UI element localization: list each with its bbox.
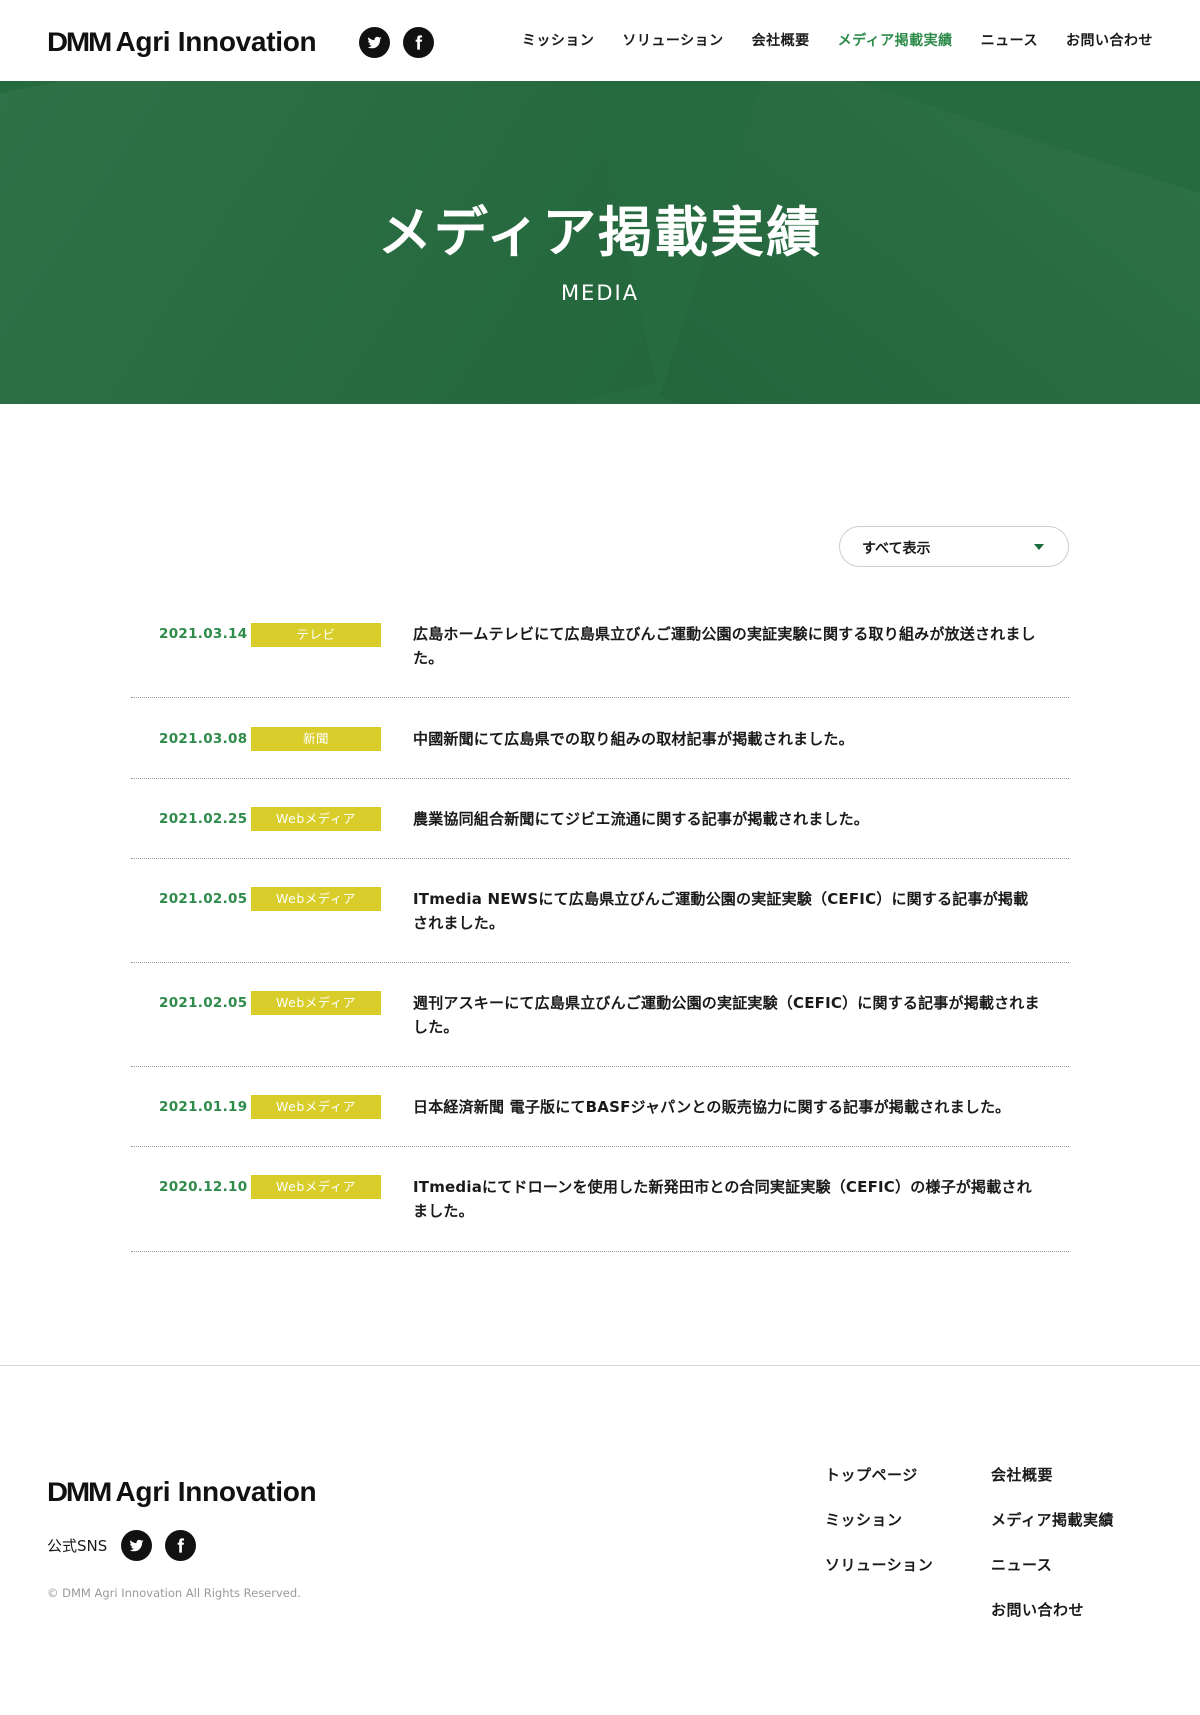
sns-label: 公式SNS — [47, 1537, 108, 1555]
list-item[interactable]: 2021.03.14 テレビ 広島ホームテレビにて広島県立びんご運動公園の実証実… — [131, 592, 1069, 698]
article-date: 2021.03.14 — [159, 626, 248, 642]
footer-logo[interactable]: DMM Agri Innovation — [47, 1476, 317, 1508]
twitter-icon[interactable] — [121, 1530, 152, 1561]
site-header: DMM Agri Innovation ミッション ソリューション 会社概要 メ… — [0, 0, 1200, 81]
article-title-link[interactable]: 農業協同組合新聞にてジビエ流通に関する記事が掲載されました。 — [413, 807, 1043, 831]
article-title-link[interactable]: ITmediaにてドローンを使用した新発田市との合同実証実験（CEFIC）の様子… — [413, 1175, 1043, 1223]
footer-link-mission[interactable]: ミッション — [825, 1509, 903, 1530]
category-filter-select[interactable]: すべて表示 — [839, 526, 1069, 567]
article-title-link[interactable]: 日本経済新聞 電子版にてBASFジャパンとの販売協力に関する記事が掲載されました… — [413, 1095, 1043, 1119]
logo-text: Agri Innovation — [115, 1476, 317, 1507]
nav-item-contact[interactable]: お問い合わせ — [1066, 30, 1153, 50]
nav-item-media[interactable]: メディア掲載実績 — [838, 30, 953, 50]
article-title-link[interactable]: 週刊アスキーにて広島県立びんご運動公園の実証実験（CEFIC）に関する記事が掲載… — [413, 991, 1043, 1039]
list-item[interactable]: 2021.01.19 Webメディア 日本経済新聞 電子版にてBASFジャパンと… — [131, 1067, 1069, 1147]
facebook-icon[interactable] — [403, 27, 434, 58]
facebook-icon[interactable] — [165, 1530, 196, 1561]
list-item[interactable]: 2021.02.25 Webメディア 農業協同組合新聞にてジビエ流通に関する記事… — [131, 779, 1069, 859]
category-badge: Webメディア — [251, 807, 381, 831]
footer-link-solution[interactable]: ソリューション — [825, 1554, 933, 1575]
nav-item-news[interactable]: ニュース — [981, 30, 1038, 50]
footer-divider — [0, 1365, 1200, 1366]
article-date: 2020.12.10 — [159, 1179, 248, 1195]
category-badge: Webメディア — [251, 1175, 381, 1199]
footer-link-media[interactable]: メディア掲載実績 — [991, 1509, 1114, 1530]
list-item[interactable]: 2021.03.08 新聞 中國新聞にて広島県での取り組みの取材記事が掲載されま… — [131, 698, 1069, 779]
footer-link-top[interactable]: トップページ — [825, 1464, 918, 1485]
media-list: 2021.03.14 テレビ 広島ホームテレビにて広島県立びんご運動公園の実証実… — [131, 592, 1069, 1252]
logo-mark: DMM — [47, 26, 112, 57]
article-date: 2021.03.08 — [159, 731, 248, 747]
list-item[interactable]: 2020.12.10 Webメディア ITmediaにてドローンを使用した新発田… — [131, 1147, 1069, 1252]
article-date: 2021.01.19 — [159, 1099, 248, 1115]
twitter-icon[interactable] — [359, 27, 390, 58]
footer-link-contact[interactable]: お問い合わせ — [991, 1599, 1084, 1620]
footer-link-company[interactable]: 会社概要 — [991, 1464, 1053, 1485]
main-nav: ミッション ソリューション 会社概要 メディア掲載実績 ニュース お問い合わせ — [494, 30, 1153, 50]
category-badge: Webメディア — [251, 1095, 381, 1119]
nav-item-company[interactable]: 会社概要 — [752, 30, 810, 50]
logo-text: Agri Innovation — [115, 26, 317, 57]
article-date: 2021.02.05 — [159, 995, 248, 1011]
nav-item-mission[interactable]: ミッション — [522, 30, 595, 50]
article-title-link[interactable]: 中國新聞にて広島県での取り組みの取材記事が掲載されました。 — [413, 727, 1043, 751]
category-badge: Webメディア — [251, 991, 381, 1015]
logo-mark: DMM — [47, 1476, 112, 1507]
category-badge: テレビ — [251, 623, 381, 647]
hero-banner: メディア掲載実績 MEDIA — [0, 81, 1200, 404]
page-subtitle: MEDIA — [560, 281, 640, 305]
page-title: メディア掲載実績 — [377, 201, 823, 264]
article-title-link[interactable]: ITmedia NEWSにて広島県立びんご運動公園の実証実験（CEFIC）に関す… — [413, 887, 1043, 935]
list-item[interactable]: 2021.02.05 Webメディア ITmedia NEWSにて広島県立びんご… — [131, 859, 1069, 963]
footer-link-news[interactable]: ニュース — [991, 1554, 1052, 1575]
category-badge: 新聞 — [251, 727, 381, 751]
nav-item-solution[interactable]: ソリューション — [622, 30, 723, 50]
article-title-link[interactable]: 広島ホームテレビにて広島県立びんご運動公園の実証実験に関する取り組みが放送されま… — [413, 622, 1043, 670]
category-badge: Webメディア — [251, 887, 381, 911]
list-item[interactable]: 2021.02.05 Webメディア 週刊アスキーにて広島県立びんご運動公園の実… — [131, 963, 1069, 1067]
article-date: 2021.02.05 — [159, 891, 248, 907]
article-date: 2021.02.25 — [159, 811, 248, 827]
filter-selected-value: すべて表示 — [862, 541, 931, 557]
chevron-down-icon — [1034, 544, 1044, 550]
copyright-text: © DMM Agri Innovation All Rights Reserve… — [47, 1586, 301, 1600]
header-logo[interactable]: DMM Agri Innovation — [47, 24, 317, 60]
